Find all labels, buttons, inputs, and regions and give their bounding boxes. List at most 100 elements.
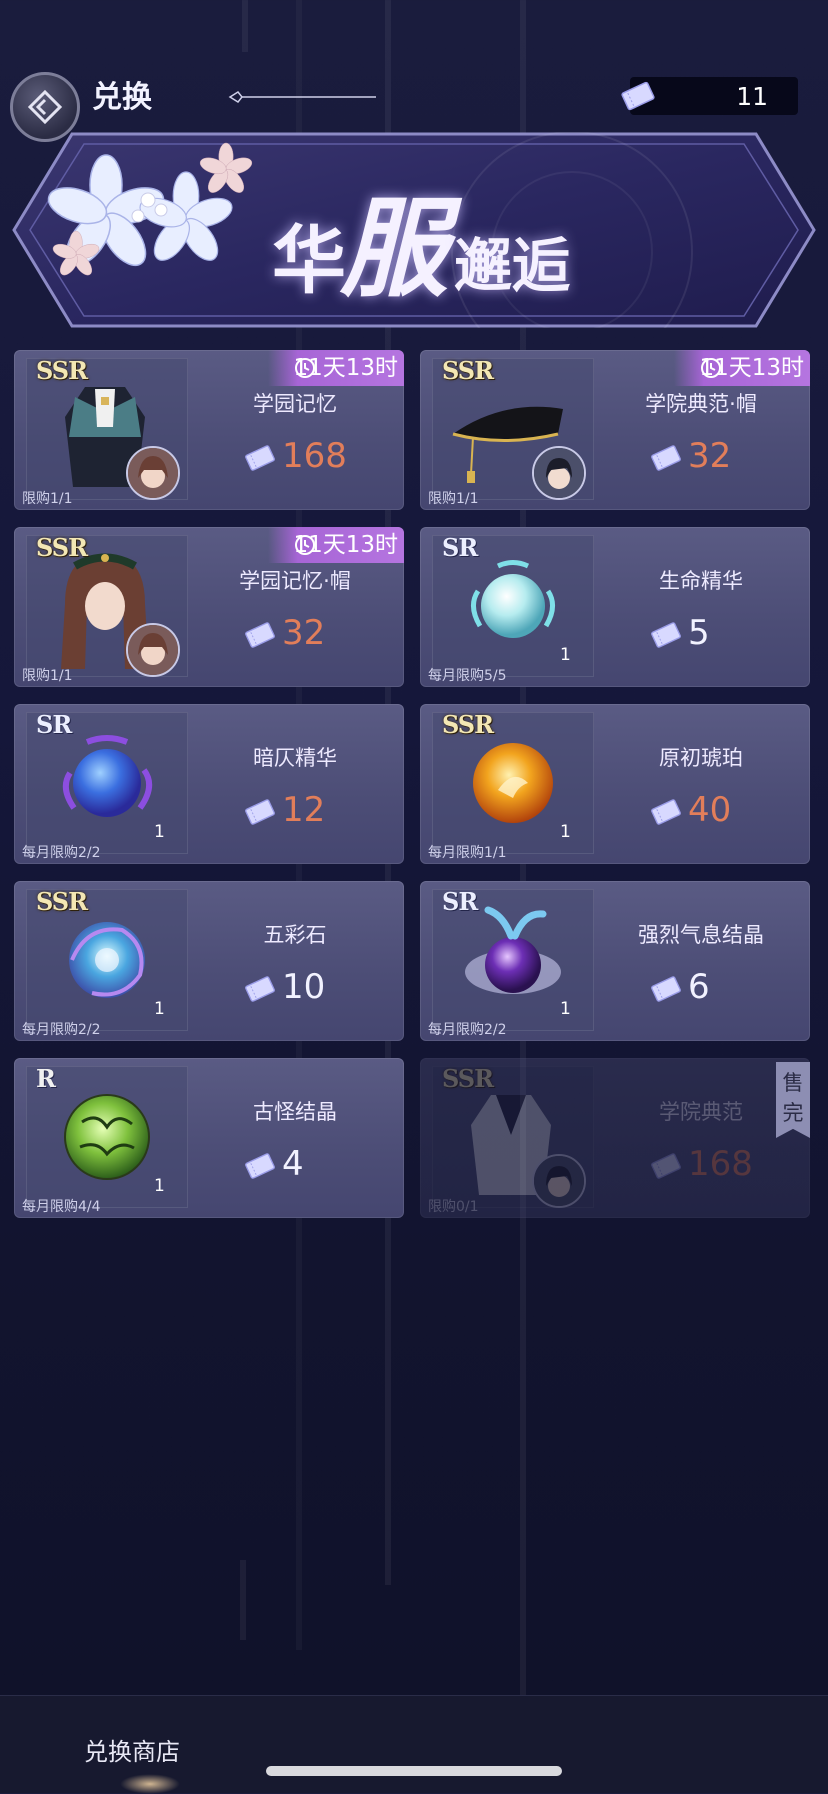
item-price: 32 [688,436,732,476]
item-price: 168 [282,436,347,476]
ticket-currency-icon [651,976,681,1002]
item-price: 40 [688,790,732,830]
clock-icon [295,535,315,555]
item-price: 5 [688,613,710,653]
rarity-badge: SSR [36,533,88,562]
time-limit-badge: 11天13时 [268,350,404,386]
item-name: 学园记忆 [253,392,337,416]
purchase-limit: 每月限购4/4 [22,1199,101,1215]
back-arrow-icon [27,89,63,125]
time-limit-badge: 11天13时 [674,350,810,386]
item-name: 生命精华 [659,569,743,593]
ticket-currency-icon [245,976,275,1002]
dark-essence-orb-icon [62,735,153,817]
top-header: 兑换 11 [0,60,828,142]
currency-amount: 11 [736,82,768,111]
rarity-badge: SSR [36,356,88,385]
shop-item-card[interactable]: SR 1 暗仄精华 12 每月限购2/2 [14,704,404,864]
rarity-badge: SSR [442,356,494,385]
girl-portrait-icon [128,625,178,675]
banner-title-part2: 服 [340,186,449,312]
item-name: 强烈气息结晶 [638,923,764,947]
tab-exchange-shop[interactable]: 兑换商店 [84,1732,180,1767]
bottom-nav-bar: 兑换商店 [0,1695,828,1794]
shop-item-card[interactable]: SSR 11天13时 学院典范·帽 32 限购1/1 [420,350,810,510]
rarity-badge: R [36,1064,56,1093]
purchase-limit: 限购1/1 [22,491,73,507]
item-price: 32 [282,613,326,653]
currency-display: 11 [621,77,798,115]
item-name: 原初琥珀 [659,746,743,770]
character-avatar [126,623,180,677]
bg-streak [240,1560,246,1640]
ticket-currency-icon [651,445,681,471]
item-quantity: 1 [154,999,165,1019]
ticket-currency-icon [245,622,275,648]
ticket-currency-icon [651,622,681,648]
item-name: 学园记忆·帽 [239,569,351,593]
rarity-badge: SR [442,533,478,562]
shop-item-card[interactable]: R 1 古怪结晶 4 每月限购4/4 [14,1058,404,1218]
purchase-limit: 每月限购2/2 [428,1022,507,1038]
banner-title: 华服 邂逅 [272,162,570,318]
shop-item-card[interactable]: SSR 1 五彩石 10 每月限购2/2 [14,881,404,1041]
ticket-currency-icon [651,799,681,825]
bg-streak [242,0,248,52]
shop-item-card[interactable]: SSR 1 原初琥珀 40 每月限购1/1 [420,704,810,864]
item-price: 168 [688,1144,753,1184]
banner-title-part1: 华 [272,218,346,304]
clock-icon [701,358,721,378]
item-name: 学院典范·帽 [645,392,757,416]
ticket-currency-icon [245,445,275,471]
item-name: 古怪结晶 [253,1100,337,1124]
page-title: 兑换 [92,80,152,115]
item-quantity: 1 [560,822,571,842]
tab-active-glow [120,1774,180,1794]
banner-title-part3: 邂逅 [454,232,571,300]
item-price: 6 [688,967,710,1007]
title-ornament-icon [228,91,376,103]
item-quantity: 1 [560,999,571,1019]
rarity-badge: SSR [36,887,88,916]
amber-orb-icon [473,743,553,823]
item-price: 4 [282,1144,304,1184]
shop-item-card-sold-out[interactable]: SSR 学院典范 168 限购0/1 [420,1058,810,1218]
shop-item-card[interactable]: SSR 11天13时 学园记忆·帽 32 限购1/1 [14,527,404,687]
item-quantity: 1 [560,645,571,665]
item-name: 暗仄精华 [253,746,337,770]
item-price: 10 [282,967,326,1007]
purchase-limit: 每月限购2/2 [22,1022,101,1038]
ticket-currency-icon [651,1153,681,1179]
time-limit-badge: 11天13时 [268,527,404,563]
character-avatar [532,1154,586,1208]
boy-portrait-icon [534,448,584,498]
event-banner: 华服 邂逅 [12,132,816,328]
rarity-badge: SSR [442,1064,494,1093]
shop-item-card[interactable]: SSR 11天13时 学园记忆 168 限购1/1 [14,350,404,510]
sakura-flower-icon [47,142,253,276]
odd-crystal-icon [64,1094,150,1180]
item-quantity: 1 [154,1176,165,1196]
shop-item-card[interactable]: SR 1 生命精华 5 每月限购5/5 [420,527,810,687]
item-name: 五彩石 [263,923,327,947]
character-avatar [532,446,586,500]
rarity-badge: SR [36,710,72,739]
aura-crystal-icon [465,906,561,994]
purchase-limit: 每月限购1/1 [428,845,507,861]
purchase-limit: 限购1/1 [22,668,73,684]
boy-portrait-icon [534,1156,584,1206]
girl-portrait-icon [128,448,178,498]
item-quantity: 1 [154,822,165,842]
clock-icon [295,358,315,378]
life-essence-orb-icon [471,560,555,638]
purchase-limit: 每月限购2/2 [22,845,101,861]
ticket-currency-icon [245,799,275,825]
purchase-limit: 每月限购5/5 [428,668,507,684]
shop-item-card[interactable]: SR 1 强烈气息结晶 6 每月限购2/2 [420,881,810,1041]
ticket-currency-icon [245,1153,275,1179]
character-avatar [126,446,180,500]
item-price: 12 [282,790,326,830]
home-indicator[interactable] [266,1766,562,1776]
rarity-badge: SSR [442,710,494,739]
purchase-limit: 限购0/1 [428,1199,479,1215]
